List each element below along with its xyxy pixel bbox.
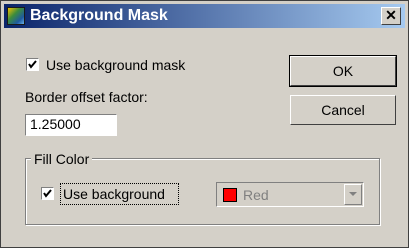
- window-title: Background Mask: [30, 7, 168, 24]
- fill-color-title: Fill Color: [31, 151, 93, 167]
- title-bar[interactable]: Background Mask ✕: [4, 4, 405, 28]
- color-select-dropdown-button[interactable]: [344, 184, 362, 205]
- color-swatch: [223, 188, 237, 202]
- color-select-value: Red: [243, 187, 269, 203]
- border-offset-input[interactable]: 1.25000: [25, 114, 117, 136]
- cancel-button[interactable]: Cancel: [290, 95, 396, 125]
- background-mask-dialog: Background Mask ✕ Use background mask Bo…: [0, 0, 409, 248]
- close-button[interactable]: ✕: [381, 7, 401, 25]
- use-background-label: Use background: [63, 186, 165, 202]
- border-offset-label: Border offset factor:: [25, 89, 148, 105]
- ok-button[interactable]: OK: [289, 55, 397, 87]
- use-background-mask-checkbox[interactable]: [26, 58, 39, 71]
- close-icon: ✕: [385, 7, 397, 23]
- checkmark-icon: [28, 60, 37, 69]
- color-select[interactable]: Red: [216, 182, 364, 207]
- chevron-down-icon: [349, 192, 357, 196]
- checkmark-icon: [43, 189, 52, 198]
- use-background-checkbox[interactable]: [41, 187, 54, 200]
- app-icon: [7, 7, 25, 25]
- use-background-mask-label: Use background mask: [46, 57, 186, 73]
